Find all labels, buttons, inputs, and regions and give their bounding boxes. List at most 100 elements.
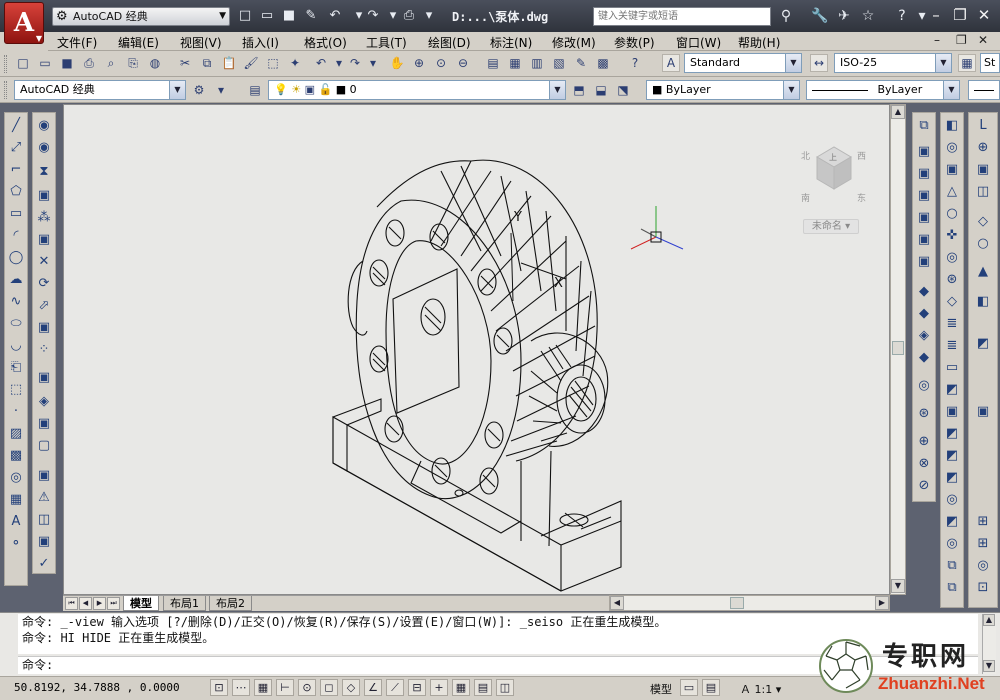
menu-edit[interactable]: 编辑(E) <box>118 34 159 51</box>
quickcalc-icon[interactable]: ▩ <box>594 54 612 72</box>
first-tab-icon[interactable]: ⏮ <box>65 597 78 610</box>
ucs-origin-icon[interactable]: ▲ <box>974 263 992 281</box>
restore-icon[interactable]: ❐ <box>948 8 972 25</box>
section-plane-icon[interactable]: ◩ <box>943 513 961 531</box>
new-icon[interactable]: □ <box>14 54 32 72</box>
explode-icon[interactable]: ▣ <box>35 467 53 485</box>
layer-previous-icon[interactable]: ⬓ <box>592 81 610 99</box>
match-properties-icon[interactable]: 🖌 <box>242 54 260 72</box>
erase-icon[interactable]: ◉ <box>35 117 53 135</box>
extrude-faces-icon[interactable]: △ <box>943 183 961 201</box>
layer-select[interactable]: 💡 ☀ ▣ 🔓 ■ 0 ▼ <box>268 80 566 100</box>
stretch-icon[interactable]: ⬀ <box>35 297 53 315</box>
fly-icon[interactable]: ⧉ <box>943 557 961 575</box>
menu-dimension[interactable]: 标注(N) <box>490 34 532 51</box>
copy-faces-icon[interactable]: ≣ <box>943 315 961 333</box>
hatch-icon[interactable]: ▨ <box>7 425 25 443</box>
delete-faces-icon[interactable]: ◎ <box>943 249 961 267</box>
doc-minimize-icon[interactable]: – <box>934 33 940 47</box>
workspace-switcher[interactable]: ⚙ AutoCAD 经典 ▼ <box>52 7 230 26</box>
3d-rotate-icon[interactable]: ◫ <box>35 511 53 529</box>
3d-move-icon[interactable]: ⚠ <box>35 489 53 507</box>
tool-palettes-icon[interactable]: ▥ <box>528 54 546 72</box>
menu-tools[interactable]: 工具(T) <box>366 34 407 51</box>
selection-cycling-icon[interactable]: ◫ <box>496 679 514 696</box>
circle-icon[interactable]: ◯ <box>7 249 25 267</box>
save-icon[interactable]: ■ <box>58 54 76 72</box>
object-snap-icon[interactable]: ◻ <box>320 679 338 696</box>
snap-mode-icon[interactable]: ⋯ <box>232 679 250 696</box>
check-icon[interactable]: ✓ <box>35 555 53 573</box>
mirror-icon[interactable]: ⧗ <box>35 163 53 181</box>
menu-draw[interactable]: 绘图(D) <box>428 34 471 51</box>
polar-tracking-icon[interactable]: ⊙ <box>298 679 316 696</box>
save-as-icon[interactable]: ✎ <box>302 8 320 25</box>
undo-icon[interactable]: ↶ <box>326 8 344 25</box>
torus-icon[interactable]: ▣ <box>915 253 933 271</box>
pyramid-icon[interactable]: ◆ <box>915 283 933 301</box>
minimize-icon[interactable]: – <box>924 8 948 25</box>
dynamic-input-icon[interactable]: ⊟ <box>408 679 426 696</box>
table-icon[interactable]: ▦ <box>7 491 25 509</box>
ucs-face-icon[interactable]: ◫ <box>974 183 992 201</box>
save-icon[interactable]: ■ <box>280 8 298 25</box>
last-tab-icon[interactable]: ⏭ <box>107 597 120 610</box>
dynamic-ucs-icon[interactable]: ⟋ <box>386 679 404 696</box>
open-folder-icon[interactable]: ▭ <box>258 8 276 25</box>
rectangle-icon[interactable]: ▭ <box>7 205 25 223</box>
line-icon[interactable]: ╱ <box>7 117 25 135</box>
ellipse-icon[interactable]: ⬭ <box>7 315 25 333</box>
cylinder-icon[interactable]: ▣ <box>915 231 933 249</box>
workspace-dropdown-icon[interactable]: ▾ <box>212 81 230 99</box>
plot-icon[interactable]: ⎙ <box>80 54 98 72</box>
ucs-icon[interactable]: L <box>974 117 992 135</box>
doc-restore-icon[interactable]: ❐ <box>956 33 967 47</box>
sheet-set-icon[interactable]: ▧ <box>550 54 568 72</box>
tab-layout2[interactable]: 布局2 <box>209 596 252 611</box>
move-icon[interactable]: ▣ <box>35 231 53 249</box>
revolve-icon[interactable]: ⊕ <box>915 433 933 451</box>
helix-icon[interactable]: ◆ <box>915 305 933 323</box>
trim-icon[interactable]: ▣ <box>35 319 53 337</box>
walk-icon[interactable]: ◎ <box>943 535 961 553</box>
vertical-scrollbar[interactable]: ▲ ▼ <box>890 104 906 595</box>
ucs-previous-icon[interactable]: ▣ <box>974 161 992 179</box>
block-editor-icon[interactable]: ⬚ <box>264 54 282 72</box>
menu-parametric[interactable]: 参数(P) <box>614 34 655 51</box>
add-selected-icon[interactable]: ⚬ <box>7 535 25 553</box>
insert-block-icon[interactable]: ⎗ <box>7 359 25 377</box>
table-style-icon[interactable]: ▦ <box>958 54 976 72</box>
point-icon[interactable]: · <box>7 403 25 421</box>
loft-icon[interactable]: ⊗ <box>915 455 933 473</box>
zoom-window-icon[interactable]: ⊙ <box>432 54 450 72</box>
polysolid-icon[interactable]: ⧉ <box>915 117 933 135</box>
copy-object-icon[interactable]: ◉ <box>35 139 53 157</box>
cut-icon[interactable]: ✂ <box>176 54 194 72</box>
separate-icon[interactable]: ◩ <box>943 447 961 465</box>
drawing-canvas[interactable]: Y X 上 北 西 东 南 未命名 ▾ <box>63 104 890 595</box>
help-icon[interactable]: ? <box>626 54 644 72</box>
presspull-icon[interactable]: ◎ <box>915 377 933 395</box>
ucs-z-icon[interactable]: ⊞ <box>974 535 992 553</box>
fillet-icon[interactable]: ▢ <box>35 437 53 455</box>
sweep-icon[interactable]: ⊛ <box>915 405 933 423</box>
table-style-select[interactable]: St <box>980 53 1000 73</box>
ucs-world-icon[interactable]: ⊕ <box>974 139 992 157</box>
application-menu-button[interactable]: A ▼ <box>4 2 44 44</box>
color-edges-icon[interactable]: ◩ <box>943 381 961 399</box>
annotation-scale[interactable]: Ａ 1:1 ▾ <box>740 681 781 697</box>
scale-icon[interactable]: ⟳ <box>35 275 53 293</box>
block-icon[interactable]: ✦ <box>286 54 304 72</box>
print-icon[interactable]: ⎙ <box>400 8 418 25</box>
zoom-realtime-icon[interactable]: ⊕ <box>410 54 428 72</box>
ucs-3point-icon[interactable]: ◩ <box>974 335 992 353</box>
break-icon[interactable]: ▣ <box>35 369 53 387</box>
ucs-y-icon[interactable]: ⊞ <box>974 513 992 531</box>
toolbar-grip[interactable] <box>4 55 7 73</box>
wedge-icon[interactable]: ▣ <box>915 165 933 183</box>
arc-icon[interactable]: ◜ <box>7 227 25 245</box>
menu-help[interactable]: 帮助(H) <box>738 34 780 51</box>
menu-file[interactable]: 文件(F) <box>57 34 97 51</box>
help-icon[interactable]: ? <box>892 8 912 25</box>
planar-surface-icon[interactable]: ◈ <box>915 327 933 345</box>
